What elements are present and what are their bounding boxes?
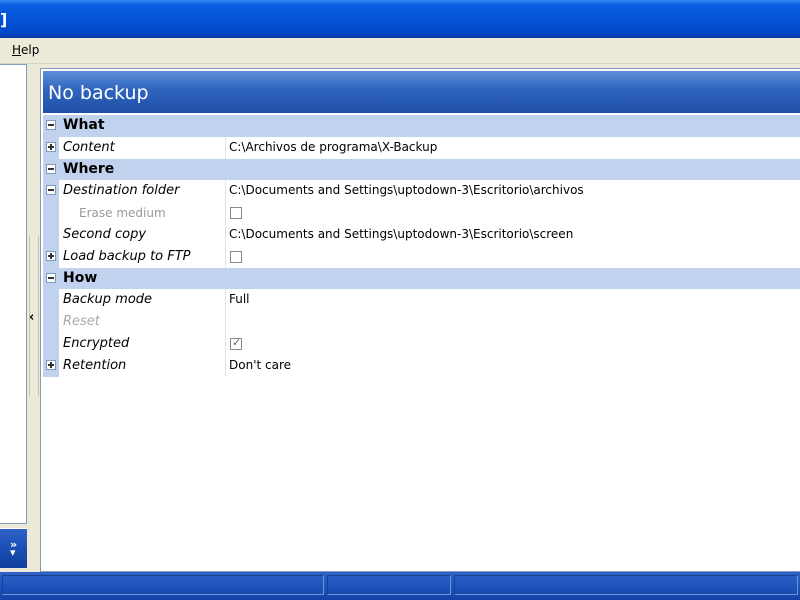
column-divider <box>225 289 226 312</box>
category-band <box>43 115 800 137</box>
menu-bar: Help <box>0 38 800 64</box>
property-value[interactable]: Full <box>229 292 250 306</box>
row-gutter <box>43 223 59 246</box>
property-row-retention[interactable]: Retention Don't care <box>43 354 800 377</box>
property-name: Load backup to FTP <box>63 248 191 264</box>
property-value[interactable]: Don't care <box>229 358 291 372</box>
property-name: Destination folder <box>63 183 180 199</box>
menu-help[interactable]: Help <box>8 43 43 57</box>
property-row-destination-folder[interactable]: Destination folder C:\Documents and Sett… <box>43 180 800 203</box>
property-name: Retention <box>63 357 127 373</box>
row-gutter <box>43 332 59 355</box>
chevron-left-icon[interactable]: ‹ <box>29 310 34 325</box>
menu-help-mnemonic: H <box>12 43 22 57</box>
column-divider <box>225 311 226 333</box>
navigation-pane[interactable] <box>0 64 27 524</box>
column-divider <box>225 332 226 355</box>
property-row-second-copy[interactable]: Second copy C:\Documents and Settings\up… <box>43 223 800 246</box>
property-value[interactable]: C:\Documents and Settings\uptodown-3\Esc… <box>229 183 584 197</box>
double-chevron-right-icon[interactable]: » ▾ <box>10 539 17 558</box>
property-name: Encrypted <box>63 335 130 351</box>
property-panel: No backup What Content C:\Archivos de pr… <box>40 68 800 572</box>
column-divider <box>225 202 226 224</box>
property-row-load-backup-ftp[interactable]: Load backup to FTP <box>43 245 800 268</box>
property-row-erase-medium[interactable]: Erase medium <box>43 202 800 224</box>
row-gutter <box>43 202 59 224</box>
erase-medium-checkbox[interactable] <box>230 207 242 220</box>
panel-title: No backup <box>48 82 149 104</box>
title-bar[interactable]: ] <box>0 0 800 38</box>
property-row-content[interactable]: Content C:\Archivos de programa\X-Backup <box>43 136 800 159</box>
category-band <box>43 158 800 181</box>
window-title: ] <box>0 10 8 29</box>
column-divider <box>225 180 226 203</box>
load-backup-ftp-checkbox[interactable] <box>230 250 242 263</box>
column-divider <box>225 223 226 246</box>
panel-header: No backup <box>43 71 800 113</box>
category-what[interactable]: What <box>43 115 800 137</box>
category-label: What <box>63 117 105 133</box>
property-value[interactable]: C:\Archivos de programa\X-Backup <box>229 140 437 154</box>
column-divider <box>225 136 226 159</box>
plus-box-icon[interactable] <box>46 250 56 261</box>
status-panel-main <box>2 575 324 595</box>
property-row-reset[interactable]: Reset <box>43 311 800 333</box>
column-divider <box>225 245 226 268</box>
minus-box-icon[interactable] <box>46 185 56 196</box>
property-name: Reset <box>63 314 100 330</box>
property-name: Erase medium <box>79 206 166 221</box>
minus-box-icon[interactable] <box>46 272 56 283</box>
property-name: Content <box>63 139 115 155</box>
property-name: Backup mode <box>63 292 153 308</box>
category-how[interactable]: How <box>43 267 800 290</box>
property-row-backup-mode[interactable]: Backup mode Full <box>43 289 800 312</box>
row-gutter <box>43 311 59 333</box>
category-band <box>43 267 800 290</box>
minus-box-icon[interactable] <box>46 163 56 174</box>
encrypted-checkbox[interactable] <box>230 336 242 350</box>
column-divider <box>225 354 226 377</box>
category-label: Where <box>63 160 115 177</box>
status-panel-right <box>454 575 798 595</box>
nav-pane-footer[interactable]: » ▾ <box>0 528 27 568</box>
property-row-encrypted[interactable]: Encrypted <box>43 332 800 355</box>
menu-help-label: elp <box>21 43 40 57</box>
status-panel-middle <box>327 575 451 595</box>
plus-box-icon[interactable] <box>46 141 56 152</box>
minus-box-icon[interactable] <box>46 120 56 130</box>
category-where[interactable]: Where <box>43 158 800 181</box>
status-bar <box>0 572 800 600</box>
row-gutter <box>43 289 59 312</box>
category-label: How <box>63 269 98 286</box>
plus-box-icon[interactable] <box>46 359 56 370</box>
property-grid: What Content C:\Archivos de programa\X-B… <box>43 115 800 377</box>
property-value[interactable]: C:\Documents and Settings\uptodown-3\Esc… <box>229 227 573 241</box>
property-name: Second copy <box>63 226 147 242</box>
